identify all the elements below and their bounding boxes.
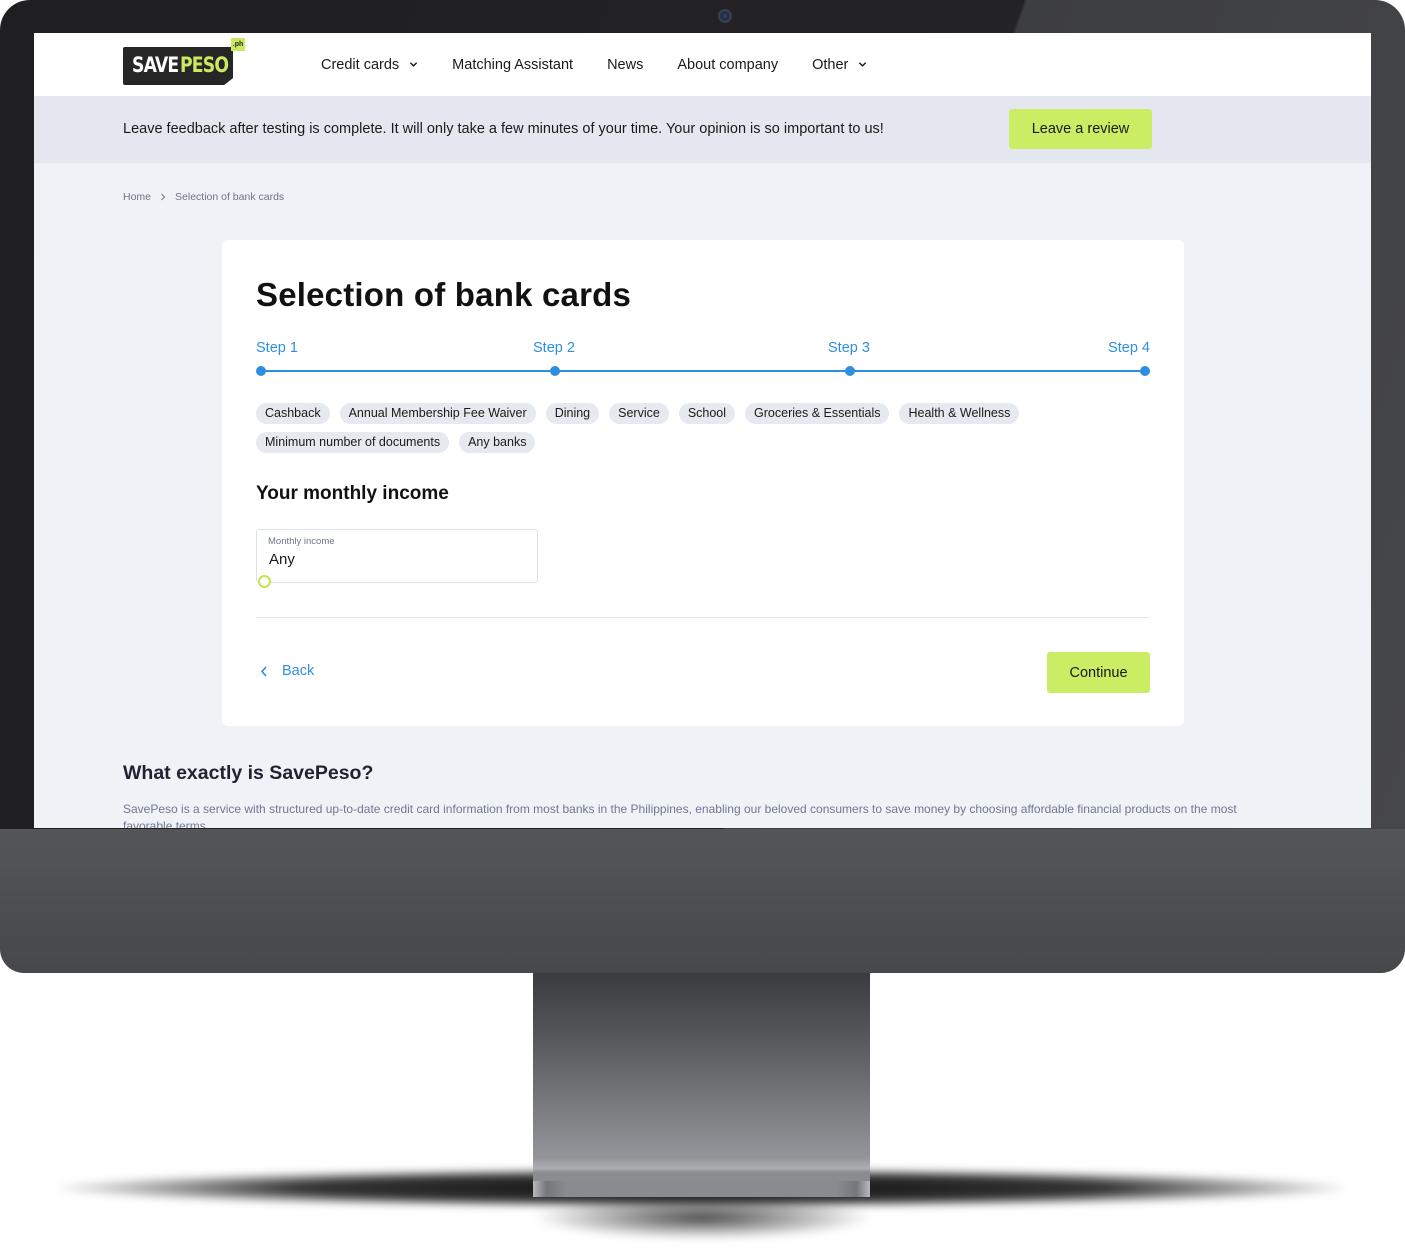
- step-3-label[interactable]: Step 3: [828, 340, 870, 356]
- monitor-stand-base: [533, 1181, 870, 1197]
- monitor-stand: [533, 973, 870, 1183]
- section-title: Your monthly income: [256, 483, 449, 504]
- step-3-dot[interactable]: [845, 366, 855, 376]
- page-title: Selection of bank cards: [256, 276, 632, 313]
- stepper: Step 1 Step 2 Step 3 Step 4: [256, 340, 1150, 380]
- chip-annual-fee-waiver[interactable]: Annual Membership Fee Waiver: [339, 403, 536, 424]
- step-2-dot[interactable]: [550, 366, 560, 376]
- nav-label: Matching Assistant: [452, 56, 574, 73]
- chevron-left-icon: [260, 665, 267, 677]
- logo-word-save: SAVE: [132, 53, 179, 77]
- nav-credit-cards[interactable]: Credit cards: [321, 57, 418, 73]
- leave-review-button[interactable]: Leave a review: [1009, 109, 1152, 149]
- stand-shadow: [530, 1195, 875, 1240]
- back-button[interactable]: Back: [260, 663, 314, 679]
- income-slider-handle[interactable]: [258, 575, 271, 588]
- wizard-card: Selection of bank cards Step 1 Step 2 St…: [222, 240, 1184, 726]
- nav-label: Other: [812, 56, 849, 73]
- chevron-down-icon: [859, 62, 867, 67]
- chip-row-2: Minimum number of documents Any banks: [256, 432, 1156, 453]
- chip-cashback[interactable]: Cashback: [256, 403, 330, 424]
- chip-row-1: Cashback Annual Membership Fee Waiver Di…: [256, 403, 1156, 424]
- nav-label: News: [607, 56, 644, 73]
- monitor-chin: [0, 829, 1405, 973]
- chip-any-banks[interactable]: Any banks: [459, 432, 536, 453]
- step-1-dot[interactable]: [256, 366, 266, 376]
- chevron-down-icon: [410, 62, 418, 67]
- step-1-label[interactable]: Step 1: [256, 340, 298, 356]
- site-header: SAVE PESO .ph Credit cards Matching Assi…: [34, 33, 1371, 96]
- chevron-right-icon: [161, 193, 166, 201]
- chip-service[interactable]: Service: [609, 403, 669, 424]
- feedback-banner: Leave feedback after testing is complete…: [34, 96, 1371, 163]
- stepper-line: [260, 370, 1146, 372]
- savepeso-logo[interactable]: SAVE PESO .ph: [123, 38, 247, 88]
- about-text: SavePeso is a service with structured up…: [123, 802, 1237, 828]
- chip-dining[interactable]: Dining: [545, 403, 600, 424]
- monthly-income-label: Monthly income: [268, 536, 335, 547]
- back-label: Back: [282, 663, 315, 679]
- step-4-dot[interactable]: [1140, 366, 1150, 376]
- nav-label: About company: [677, 56, 779, 73]
- logo-badge-ph: .ph: [231, 38, 245, 51]
- nav-about-company[interactable]: About company: [677, 57, 778, 73]
- nav-news[interactable]: News: [607, 57, 643, 73]
- selected-filters: Cashback Annual Membership Fee Waiver Di…: [256, 403, 1156, 461]
- nav-matching-assistant[interactable]: Matching Assistant: [452, 57, 573, 73]
- divider: [256, 617, 1150, 618]
- chip-groceries[interactable]: Groceries & Essentials: [745, 403, 890, 424]
- logo-word-peso: PESO: [180, 53, 229, 77]
- continue-button[interactable]: Continue: [1047, 652, 1150, 693]
- breadcrumb-current: Selection of bank cards: [175, 191, 285, 203]
- breadcrumb-home[interactable]: Home: [123, 191, 151, 203]
- about-title: What exactly is SavePeso?: [123, 762, 374, 784]
- step-2-label[interactable]: Step 2: [533, 340, 575, 356]
- chip-health-wellness[interactable]: Health & Wellness: [899, 403, 1020, 424]
- breadcrumb: Home Selection of bank cards: [123, 191, 284, 203]
- nav-label: Credit cards: [321, 56, 400, 73]
- step-4-label[interactable]: Step 4: [1108, 340, 1150, 356]
- main-nav: Credit cards Matching Assistant News Abo…: [321, 33, 901, 96]
- chip-school[interactable]: School: [678, 403, 736, 424]
- chip-min-documents[interactable]: Minimum number of documents: [256, 432, 450, 453]
- banner-text: Leave feedback after testing is complete…: [123, 121, 884, 137]
- camera-icon: [718, 9, 732, 23]
- nav-other[interactable]: Other: [812, 57, 867, 73]
- monthly-income-value: Any: [269, 551, 295, 568]
- monthly-income-field[interactable]: Monthly income Any: [256, 529, 538, 588]
- screen: SAVE PESO .ph Credit cards Matching Assi…: [34, 33, 1371, 828]
